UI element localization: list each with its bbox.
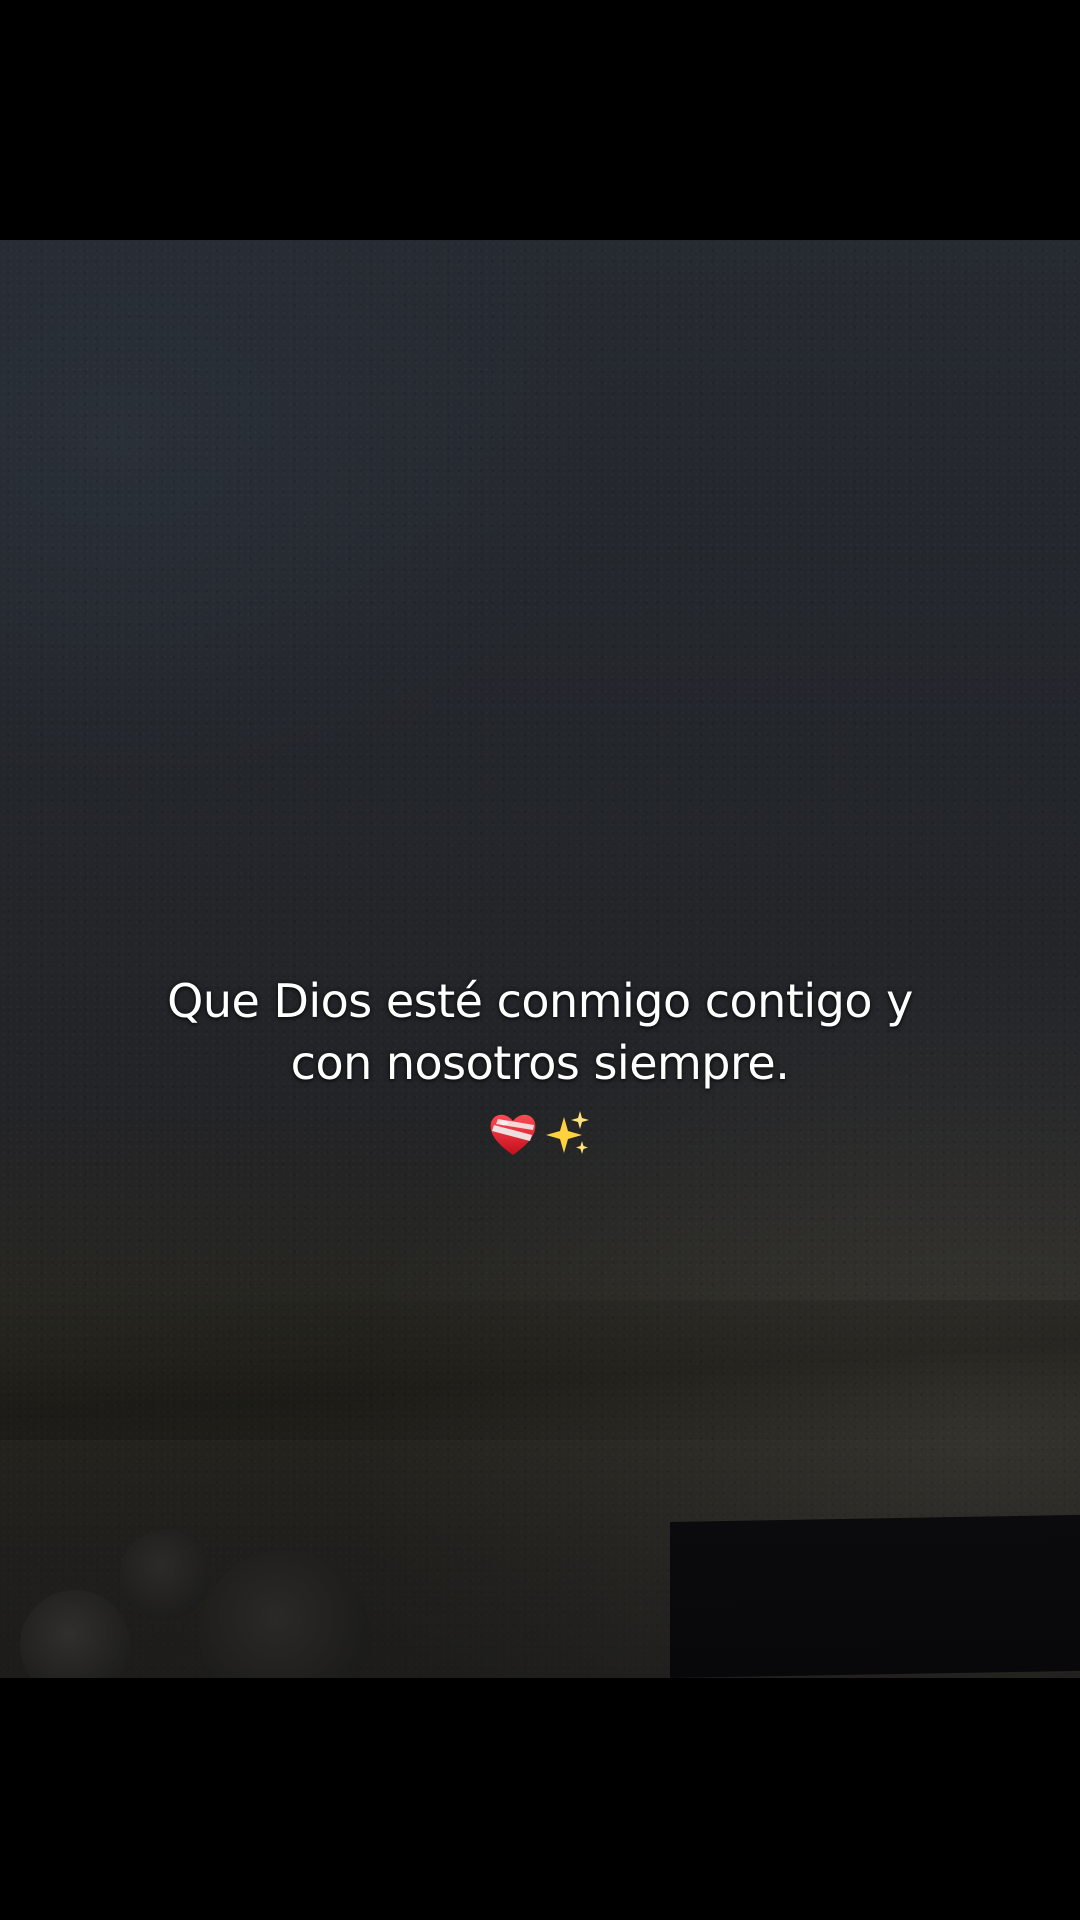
letterbox-top: [0, 0, 1080, 240]
caption-line-2: con nosotros siempre.: [290, 1036, 790, 1090]
wall-decoration-circle: [120, 1530, 210, 1620]
sparkles-icon: [542, 1109, 592, 1159]
caption-overlay: Que Dios esté conmigo contigo y con noso…: [60, 970, 1020, 1160]
video-background: [0, 240, 1080, 1678]
caption-line-1: Que Dios esté conmigo contigo y: [167, 974, 913, 1028]
dark-panel: [670, 1514, 1080, 1678]
video-frame: Que Dios esté conmigo contigo y con noso…: [0, 0, 1080, 1920]
caption-emoji-row: [60, 1100, 1020, 1160]
letterbox-bottom: [0, 1678, 1080, 1920]
mending-heart-icon: [488, 1111, 538, 1157]
